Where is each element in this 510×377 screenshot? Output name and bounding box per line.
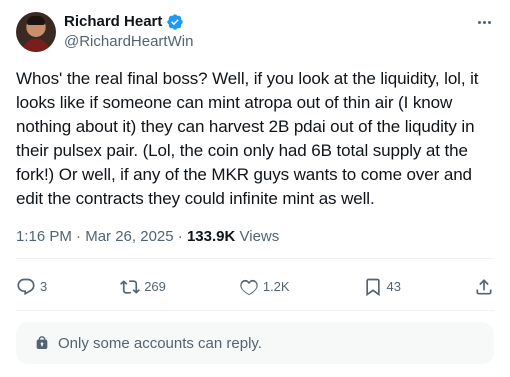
- action-bar: 3 269 1.2K 43: [16, 270, 494, 304]
- divider: [16, 310, 494, 311]
- meta-separator: ·: [71, 228, 86, 245]
- verified-badge-icon[interactable]: [166, 13, 184, 31]
- bookmark-button[interactable]: 43: [363, 277, 401, 297]
- avatar[interactable]: [16, 12, 56, 52]
- repost-button[interactable]: 269: [120, 277, 166, 297]
- repost-icon: [120, 280, 141, 294]
- author-name-row: Richard Heart: [64, 12, 184, 32]
- reply-restriction-notice: Only some accounts can reply.: [16, 322, 494, 364]
- tweet-date[interactable]: Mar 26, 2025: [85, 228, 173, 245]
- tweet-meta: 1:16 PM · Mar 26, 2025 · 133.9K Views: [16, 227, 279, 247]
- like-count: 1.2K: [262, 279, 290, 294]
- reply-restriction-text: Only some accounts can reply.: [58, 334, 262, 352]
- bookmark-count: 43: [386, 279, 402, 294]
- tweet-text: Whos' the real final boss? Well, if you …: [16, 69, 479, 208]
- repost-count: 269: [144, 279, 166, 294]
- author-handle[interactable]: @RichardHeartWin: [64, 32, 193, 52]
- reply-button[interactable]: 3: [16, 277, 47, 297]
- bookmark-icon: [365, 278, 380, 297]
- share-button[interactable]: [474, 277, 494, 297]
- more-options-icon[interactable]: [474, 12, 494, 32]
- like-icon: [240, 279, 258, 296]
- meta-separator: ·: [173, 228, 187, 245]
- share-icon: [476, 279, 492, 295]
- like-button[interactable]: 1.2K: [239, 277, 290, 297]
- views-count[interactable]: 133.9K: [187, 228, 235, 245]
- reply-count: 3: [40, 279, 48, 294]
- views-label: Views: [239, 228, 280, 245]
- divider: [16, 258, 494, 259]
- reply-icon: [17, 278, 35, 296]
- tweet: Richard Heart @RichardHeartWin Whos' the…: [0, 0, 510, 377]
- lock-icon: [36, 336, 48, 349]
- author-display-name[interactable]: Richard Heart: [64, 12, 162, 32]
- tweet-time[interactable]: 1:16 PM: [16, 228, 72, 245]
